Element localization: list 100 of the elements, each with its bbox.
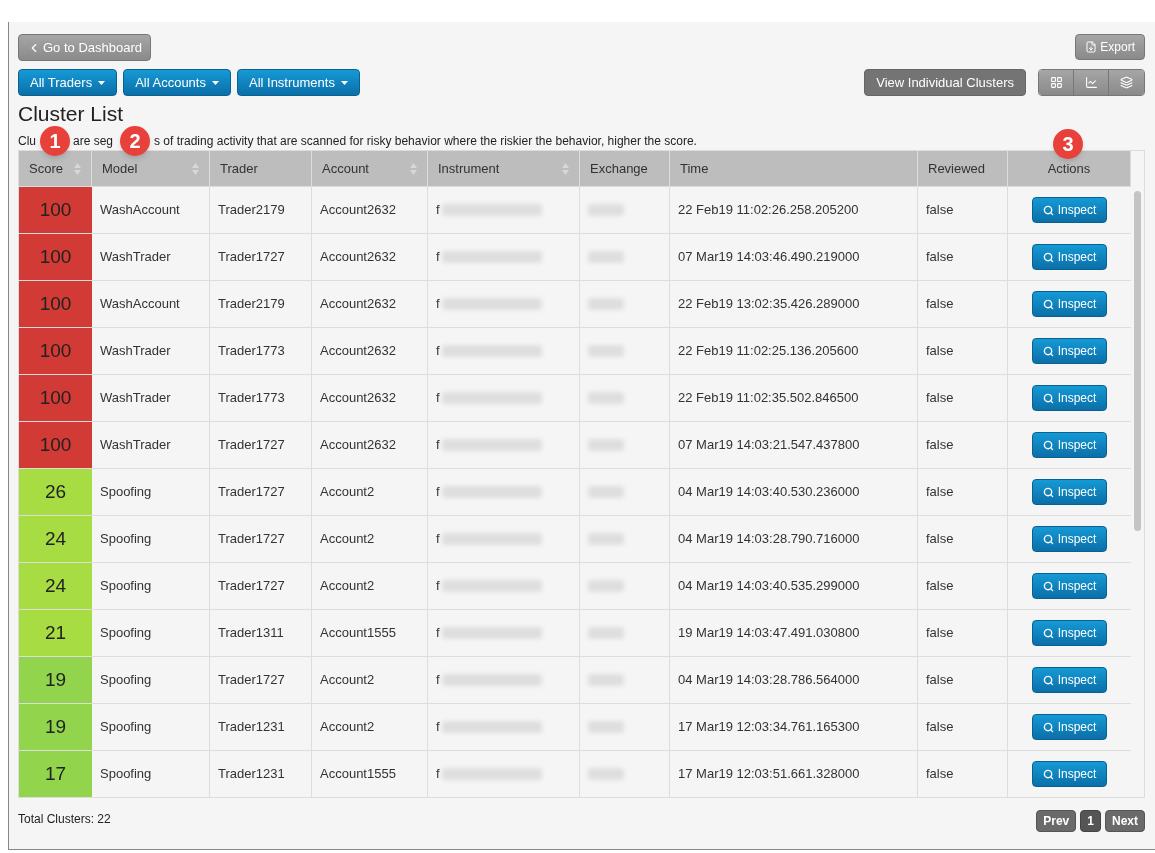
table-cell: Account2 <box>312 563 428 609</box>
back-button[interactable]: Go to Dashboard <box>18 34 151 61</box>
table-cell: false <box>918 704 1008 750</box>
callout-badge: 2 <box>120 126 150 156</box>
table-cell: Trader1727 <box>210 469 312 515</box>
grid-view-button[interactable] <box>1039 70 1074 95</box>
table-cell: 07 Mar19 14:03:21.547.437800 <box>670 422 918 468</box>
caret-icon <box>211 80 219 85</box>
column-header[interactable]: Exchange <box>580 151 670 186</box>
table-cell-text: f <box>436 530 440 549</box>
search-icon <box>1042 298 1054 310</box>
inspect-button[interactable]: Inspect <box>1031 761 1108 787</box>
column-header[interactable]: Score <box>19 151 92 186</box>
inspect-button[interactable]: Inspect <box>1031 338 1108 364</box>
export-button[interactable]: Export <box>1075 34 1145 60</box>
score-cell: 100 <box>19 187 92 233</box>
search-icon <box>1042 580 1054 592</box>
table-cell: 22 Feb19 11:02:35.502.846500 <box>670 375 918 421</box>
table-cell: 22 Feb19 13:02:35.426.289000 <box>670 281 918 327</box>
table-cell: Spoofing <box>92 469 210 515</box>
score-cell: 100 <box>19 281 92 327</box>
callout-badge: 3 <box>1053 129 1083 159</box>
score-cell: 17 <box>19 751 92 797</box>
table-cell: Trader1727 <box>210 516 312 562</box>
table-cell: Trader1773 <box>210 328 312 374</box>
caret-icon <box>340 80 348 85</box>
table-cell: 07 Mar19 14:03:46.490.219000 <box>670 234 918 280</box>
table-cell: WashTrader <box>92 375 210 421</box>
table-cell: 22 Feb19 11:02:25.136.205600 <box>670 328 918 374</box>
table-cell: Account2 <box>312 516 428 562</box>
line-chart-icon <box>1084 76 1098 89</box>
inspect-button[interactable]: Inspect <box>1031 432 1108 458</box>
page-title: Cluster List <box>18 101 125 127</box>
column-header[interactable]: Account <box>312 151 428 186</box>
column-header[interactable]: Trader <box>210 151 312 186</box>
column-header[interactable]: Instrument <box>428 151 580 186</box>
column-header[interactable]: Time <box>670 151 918 186</box>
filter-dropdown[interactable]: All Accounts <box>123 69 231 96</box>
table-cell: Trader1311 <box>210 610 312 656</box>
inspect-button[interactable]: Inspect <box>1031 291 1108 317</box>
inspect-button[interactable]: Inspect <box>1031 244 1108 270</box>
table-cell: 04 Mar19 14:03:28.786.564000 <box>670 657 918 703</box>
table-cell: false <box>918 469 1008 515</box>
inspect-button[interactable]: Inspect <box>1031 479 1108 505</box>
score-cell: 19 <box>19 704 92 750</box>
file-icon <box>1085 41 1098 53</box>
inspect-button[interactable]: Inspect <box>1031 526 1108 552</box>
filter-dropdown[interactable]: All Traders <box>18 69 118 96</box>
table-cell: 04 Mar19 14:03:40.535.299000 <box>670 563 918 609</box>
filter-dropdown[interactable]: All Instruments <box>236 69 360 96</box>
column-header[interactable]: Model <box>92 151 210 186</box>
pagination-button[interactable]: Prev <box>1036 810 1077 832</box>
view-clusters-button[interactable]: View Individual Clusters <box>864 69 1026 96</box>
table-cell: false <box>918 751 1008 797</box>
table-cell: Trader1727 <box>210 234 312 280</box>
inspect-button[interactable]: Inspect <box>1031 620 1108 646</box>
table-cell: false <box>918 234 1008 280</box>
caret-icon <box>98 80 106 85</box>
chart-view-button[interactable] <box>1074 70 1109 95</box>
table-cell: Account2 <box>312 657 428 703</box>
table-cell: Trader1727 <box>210 563 312 609</box>
table-cell: Account2 <box>312 469 428 515</box>
total-clusters-text: Total Clusters: 22 <box>18 811 111 828</box>
column-header[interactable]: Reviewed <box>918 151 1008 186</box>
table-cell: WashAccount <box>92 187 210 233</box>
search-icon <box>1042 392 1054 404</box>
table-cell: Spoofing <box>92 657 210 703</box>
grid-icon <box>1049 76 1063 89</box>
table-cell: false <box>918 516 1008 562</box>
inspect-button[interactable]: Inspect <box>1031 385 1108 411</box>
inspect-button[interactable]: Inspect <box>1031 714 1108 740</box>
table-cell: Trader1727 <box>210 422 312 468</box>
table-cell: Spoofing <box>92 610 210 656</box>
table-cell: Trader1773 <box>210 375 312 421</box>
table-cell: Trader1727 <box>210 657 312 703</box>
score-cell: 19 <box>19 657 92 703</box>
table-cell: Trader1231 <box>210 704 312 750</box>
table-cell: Spoofing <box>92 751 210 797</box>
table-cell: Account2632 <box>312 328 428 374</box>
table-cell: WashAccount <box>92 281 210 327</box>
table-cell: WashTrader <box>92 234 210 280</box>
table-cell: Account2 <box>312 704 428 750</box>
sort-icon <box>562 162 569 175</box>
table-cell: 04 Mar19 14:03:40.530.236000 <box>670 469 918 515</box>
callout-badge: 1 <box>40 126 70 156</box>
table-cell-text: f <box>436 671 440 690</box>
table-cell-text: f <box>436 577 440 596</box>
search-icon <box>1042 674 1054 686</box>
inspect-button[interactable]: Inspect <box>1031 197 1108 223</box>
layers-view-button[interactable] <box>1109 70 1144 95</box>
table-cell: false <box>918 281 1008 327</box>
score-cell: 26 <box>19 469 92 515</box>
table-cell: Account2632 <box>312 187 428 233</box>
pagination-button[interactable]: 1 <box>1080 810 1101 832</box>
table-cell: Spoofing <box>92 516 210 562</box>
inspect-button[interactable]: Inspect <box>1031 667 1108 693</box>
table-cell: Trader1231 <box>210 751 312 797</box>
pagination-button[interactable]: Next <box>1105 810 1145 832</box>
table-cell: Spoofing <box>92 563 210 609</box>
inspect-button[interactable]: Inspect <box>1031 573 1108 599</box>
